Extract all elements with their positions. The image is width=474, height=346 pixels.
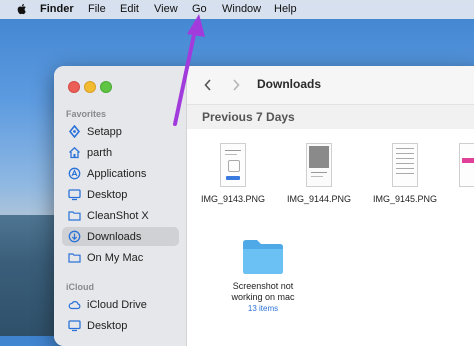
arrow-up-icon — [173, 14, 205, 126]
